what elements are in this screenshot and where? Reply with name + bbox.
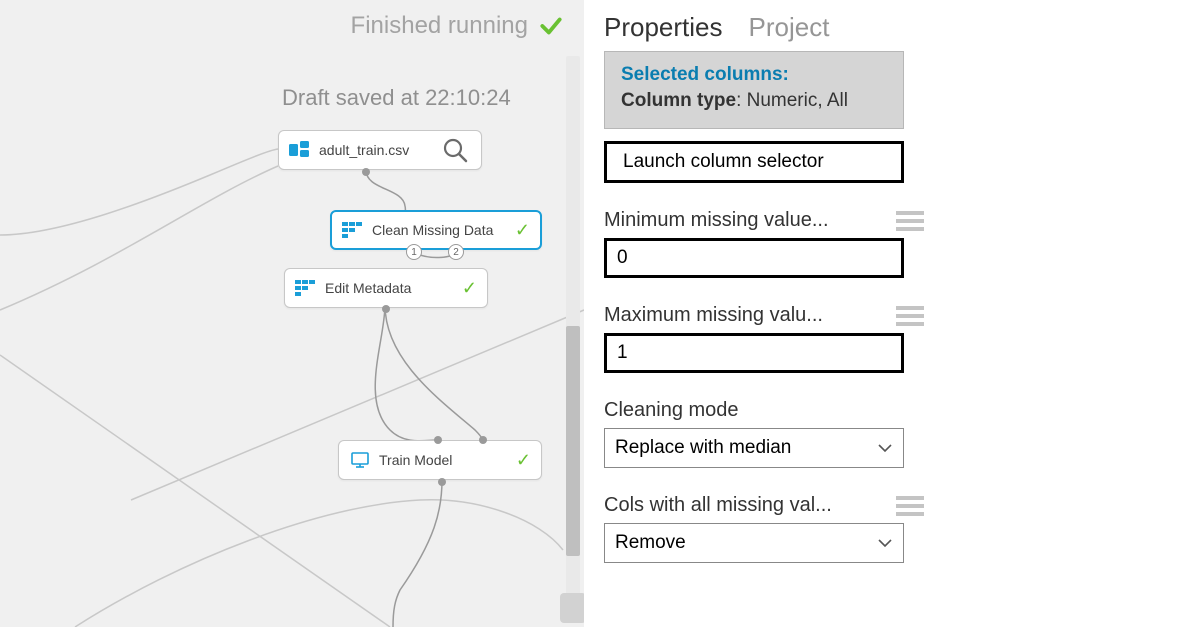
field-menu-icon[interactable] [896,211,924,231]
node-clean-missing-data[interactable]: Clean Missing Data ✓ [330,210,542,250]
launch-column-selector-button[interactable]: Launch column selector [604,141,904,183]
node-label: Train Model [379,452,510,468]
scroll-end-cap [560,593,584,623]
node-label: Clean Missing Data [372,222,509,238]
cols-missing-select[interactable]: Remove [604,523,904,563]
chevron-down-icon [877,440,893,456]
node-output-port[interactable] [438,478,446,486]
node-edit-metadata[interactable]: Edit Metadata ✓ [284,268,488,308]
canvas-scrollbar[interactable] [566,56,580,619]
check-icon: ✓ [462,278,477,299]
module-icon [342,221,364,239]
node-output-port[interactable] [362,168,370,176]
output-port-1[interactable]: 1 [406,244,422,260]
dataset-icon [289,141,311,159]
node-label: Edit Metadata [325,280,456,296]
max-missing-label: Maximum missing valu... [604,304,864,327]
node-output-port[interactable] [382,305,390,313]
tab-project[interactable]: Project [749,12,830,43]
draft-saved-label: Draft saved at 22:10:24 [282,85,511,111]
scroll-thumb[interactable] [566,326,580,556]
properties-panel: Properties Project Selected columns: Col… [584,0,1200,627]
check-icon: ✓ [515,220,530,241]
output-port-2[interactable]: 2 [448,244,464,260]
panel-tabs: Properties Project [604,0,1170,51]
node-input-port[interactable] [434,436,442,444]
tab-properties[interactable]: Properties [604,12,723,43]
magnifier-icon[interactable] [439,134,471,166]
min-missing-input[interactable] [604,238,904,278]
module-icon [295,279,317,297]
run-status-text: Finished running [351,12,528,40]
max-missing-input[interactable] [604,333,904,373]
selected-columns-value: Column type: Numeric, All [621,90,887,112]
run-status: Finished running [351,12,564,40]
node-train-model[interactable]: Train Model ✓ [338,440,542,480]
node-label: adult_train.csv [319,142,433,158]
node-input-port[interactable] [479,436,487,444]
selected-columns-title: Selected columns: [621,64,887,86]
node-dataset[interactable]: adult_train.csv [278,130,482,170]
field-menu-icon[interactable] [896,496,924,516]
cleaning-mode-value: Replace with median [615,437,791,459]
chevron-down-icon [877,535,893,551]
cols-missing-value: Remove [615,532,686,554]
cols-missing-label: Cols with all missing val... [604,494,864,517]
selected-columns-box: Selected columns: Column type: Numeric, … [604,51,904,129]
cleaning-mode-label: Cleaning mode [604,399,904,422]
min-missing-label: Minimum missing value... [604,209,864,232]
train-model-icon [349,451,371,469]
field-menu-icon[interactable] [896,306,924,326]
check-icon [538,13,564,39]
check-icon: ✓ [516,450,531,471]
experiment-canvas[interactable]: Finished running Draft saved at 22:10:24… [0,0,584,627]
cleaning-mode-select[interactable]: Replace with median [604,428,904,468]
